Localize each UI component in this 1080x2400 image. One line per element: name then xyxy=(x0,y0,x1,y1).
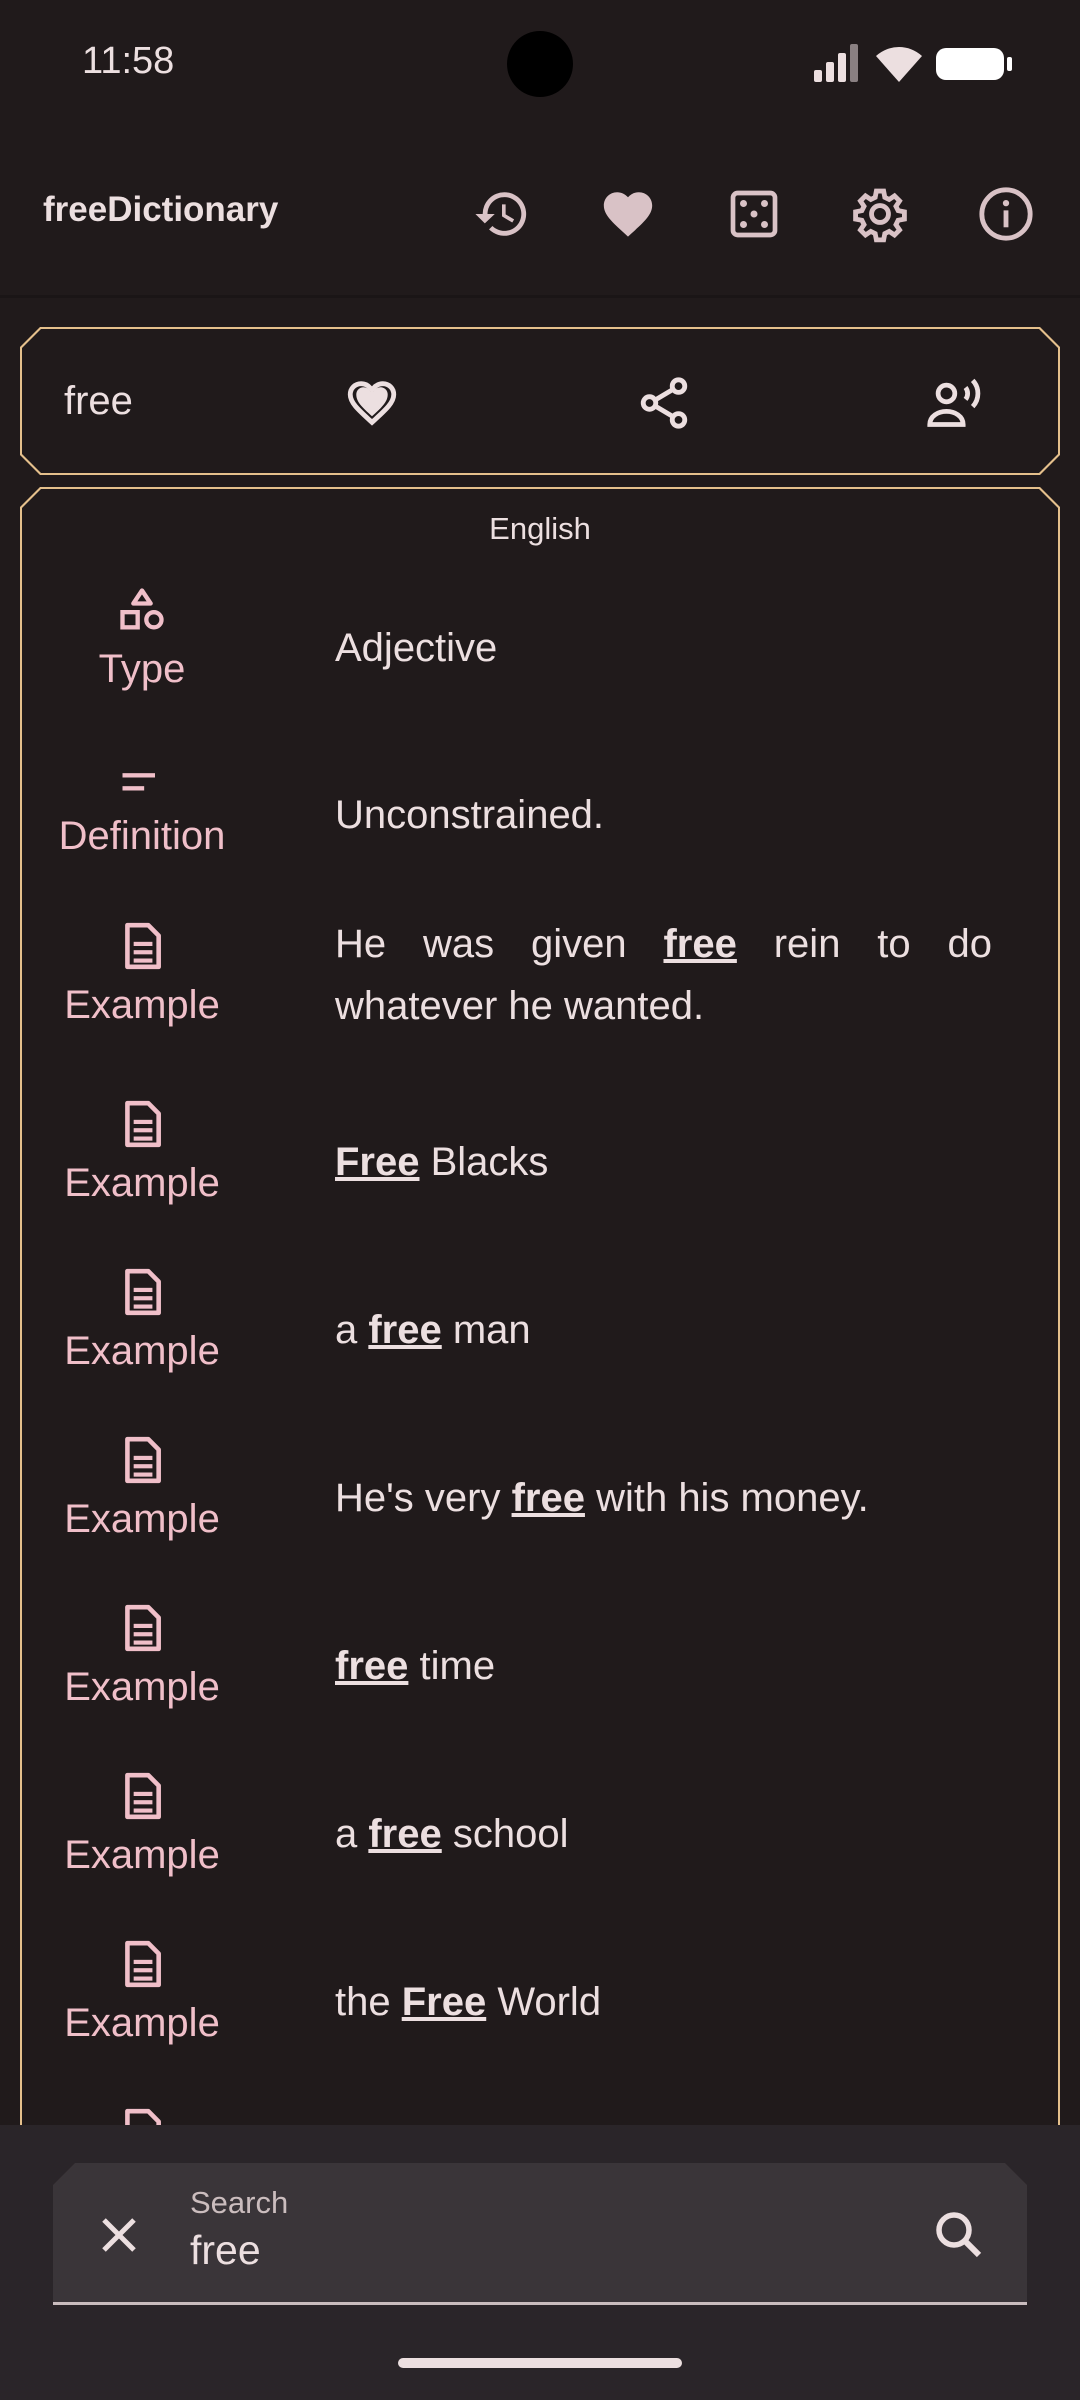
search-label: Search xyxy=(190,2185,289,2220)
highlighted-word: free xyxy=(368,1812,442,1856)
history-icon[interactable] xyxy=(470,182,534,246)
example-text: He was given free rein to do whatever he… xyxy=(335,922,993,1028)
settings-icon[interactable] xyxy=(848,182,912,246)
definition-card: English Type Adjective Definition Uncons… xyxy=(20,487,1060,2137)
random-dice-icon[interactable] xyxy=(722,182,786,246)
example-label: Example xyxy=(64,1329,220,1373)
clear-icon[interactable] xyxy=(89,2205,149,2265)
example-label: Example xyxy=(64,2001,220,2045)
home-indicator[interactable] xyxy=(398,2358,682,2368)
info-icon[interactable] xyxy=(974,182,1038,246)
search-underline xyxy=(53,2302,1027,2305)
word-card: free xyxy=(20,327,1060,475)
article-icon xyxy=(52,1091,232,1151)
share-icon[interactable] xyxy=(632,371,696,435)
app-bar-divider xyxy=(0,295,1080,298)
article-icon xyxy=(52,1427,232,1487)
definition-label: Definition xyxy=(58,814,226,858)
favorite-icon[interactable] xyxy=(596,182,660,246)
example-label: Example xyxy=(64,983,220,1027)
search-input[interactable]: free xyxy=(190,2227,261,2274)
status-bar: 11:58 xyxy=(0,0,1080,130)
battery-icon xyxy=(936,48,1012,80)
wifi-icon xyxy=(876,47,922,82)
article-icon xyxy=(52,913,232,973)
example-text: the Free World xyxy=(335,1980,602,2024)
short-text-icon xyxy=(52,744,232,804)
signal-icon xyxy=(814,44,858,82)
example-text: free time xyxy=(335,1644,496,1688)
word-title: free xyxy=(64,379,133,423)
example-label: Example xyxy=(64,1833,220,1877)
article-icon xyxy=(52,1931,232,1991)
highlighted-word: free xyxy=(511,1476,585,1520)
highlighted-word: Free xyxy=(401,1980,487,2024)
example-label: Example xyxy=(64,1665,220,1709)
definition-value: Unconstrained. xyxy=(335,793,605,837)
camera-cutout xyxy=(507,31,573,97)
highlighted-word: free xyxy=(335,1644,409,1688)
example-text: a free school xyxy=(335,1812,569,1856)
top-app-bar: freeDictionary xyxy=(0,130,1080,295)
article-icon xyxy=(52,1595,232,1655)
status-time: 11:58 xyxy=(82,40,175,82)
example-text: He's very free with his money. xyxy=(335,1476,869,1520)
search-icon[interactable] xyxy=(929,2205,989,2265)
app-title: freeDictionary xyxy=(43,190,279,229)
favorite-word-icon[interactable] xyxy=(340,371,404,435)
highlighted-word: Free xyxy=(335,1140,420,1184)
type-label: Type xyxy=(98,647,186,691)
article-icon xyxy=(52,1763,232,1823)
highlighted-word: free xyxy=(663,922,737,966)
language-label: English xyxy=(489,511,591,546)
search-field[interactable]: Search free xyxy=(53,2163,1027,2305)
highlighted-word: free xyxy=(368,1308,442,1352)
example-text: a free man xyxy=(335,1308,531,1352)
article-icon xyxy=(52,1259,232,1319)
shapes-icon xyxy=(52,577,232,637)
example-label: Example xyxy=(64,1161,220,1205)
example-text: Free Blacks xyxy=(335,1140,549,1184)
example-label: Example xyxy=(64,1497,220,1541)
pronounce-icon[interactable] xyxy=(924,371,988,435)
type-value: Adjective xyxy=(335,626,498,670)
